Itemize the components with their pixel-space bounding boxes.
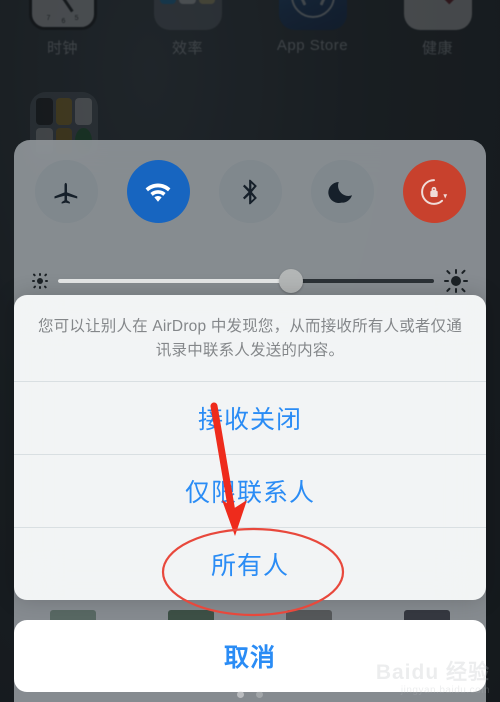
option-contacts-only[interactable]: 仅限联系人 [14,455,486,527]
control-center-toggles [14,160,486,223]
wifi-icon [145,182,171,202]
action-sheet-message: 您可以让别人在 AirDrop 中发现您，从而接收所有人或者仅通讯录中联系人发送… [37,318,463,360]
brightness-fill [58,279,292,283]
option-label: 所有人 [210,552,289,581]
brightness-slider[interactable] [32,268,468,294]
airplane-icon [54,182,78,204]
cancel-button[interactable]: 取消 [14,620,486,692]
toggle-rotation-lock[interactable] [402,160,466,223]
page-dot[interactable] [256,691,263,698]
sun-large-icon [444,269,468,293]
page-indicator [0,691,500,698]
moon-icon [328,181,352,203]
rotation-lock-icon [421,178,448,205]
sun-small-icon [32,273,48,289]
phone-screenshot: 12 3 6 9 1 4 5 7 8 11 时钟 [0,0,500,702]
toggle-wifi[interactable] [126,160,190,223]
option-receiving-off[interactable]: 接收关闭 [14,382,486,454]
bluetooth-icon [243,179,257,204]
option-label: 接收关闭 [197,406,302,435]
toggle-airplane-mode[interactable] [34,160,98,223]
toggle-bluetooth[interactable] [218,160,282,223]
toggle-do-not-disturb[interactable] [310,160,374,223]
brightness-track[interactable] [58,269,434,293]
airdrop-action-sheet: 您可以让别人在 AirDrop 中发现您，从而接收所有人或者仅通讯录中联系人发送… [14,295,486,601]
option-label: 仅限联系人 [184,479,315,508]
option-everyone[interactable]: 所有人 [14,528,486,600]
brightness-knob[interactable] [279,269,304,293]
page-dot[interactable] [237,691,244,698]
cancel-label: 取消 [223,644,276,672]
